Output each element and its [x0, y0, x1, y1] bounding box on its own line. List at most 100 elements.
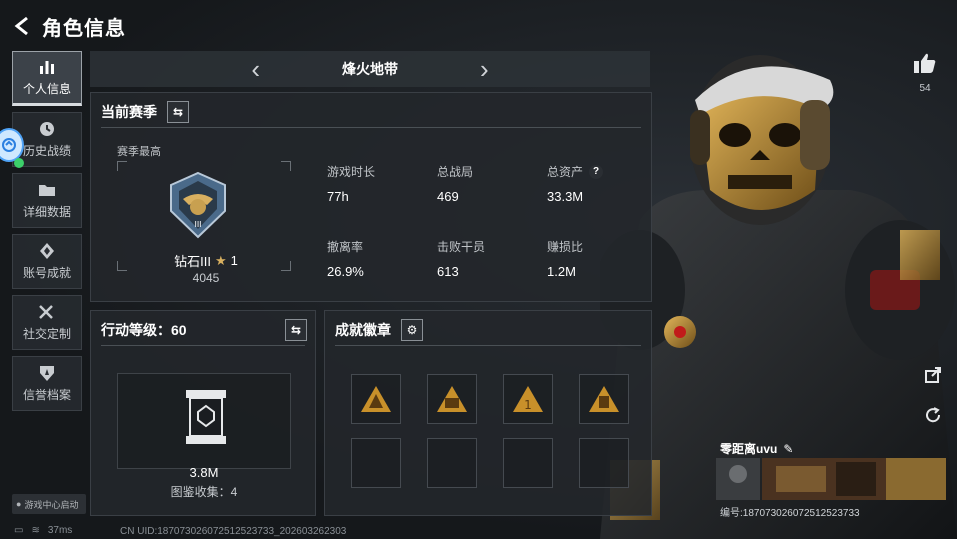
page-title: 角色信息 [42, 17, 126, 40]
rank-name: 钻石III [174, 254, 211, 269]
thumbs-up-icon [914, 53, 936, 73]
badge-1-icon [361, 386, 391, 412]
badge-3-icon: 1 [513, 386, 543, 412]
folder-icon [39, 185, 55, 196]
season-panel-title: 当前赛季 [101, 104, 157, 120]
uid-text: CN UID:1870730260725125237​33_2026032623… [120, 526, 347, 537]
sidebar-item-label: 详细数据 [22, 205, 71, 219]
battery-icon: ▭ [14, 525, 24, 536]
status-bar: ▭ ≋ 37ms [14, 525, 72, 536]
current-season-panel: 当前赛季 ⇆ 赛季最高 III 钻石III ★ 1 4045 游戏时长 77h … [90, 92, 652, 302]
action-level-panel: 行动等级：60 ⇆ 3.8M 图鉴收集：4 [90, 310, 316, 516]
prev-season-chevron-icon[interactable]: ‹ [251, 56, 260, 82]
wifi-icon: ≋ [31, 525, 40, 536]
player-name: 零距离uvu [720, 442, 778, 456]
refresh-icon[interactable] [922, 404, 944, 426]
badge-slot-5[interactable] [351, 438, 401, 488]
help-icon[interactable]: ? [589, 164, 604, 179]
badge-slot-4[interactable] [579, 374, 629, 424]
badge-4-icon [589, 386, 619, 412]
badge-slot-1[interactable] [351, 374, 401, 424]
season-name: 烽火地带 [342, 61, 398, 77]
stat-total-matches: 总战局 469 [437, 163, 537, 204]
svg-text:III: III [194, 220, 201, 229]
stat-value: 26.9% [327, 264, 364, 279]
badge-slot-6[interactable] [427, 438, 477, 488]
season-panel-header: 当前赛季 ⇆ [101, 101, 189, 123]
rank-stars: 1 [230, 253, 238, 268]
player-id: 编号:1870730260725125​23733 [720, 508, 860, 519]
back-arrow-icon[interactable] [12, 15, 34, 37]
badge-panel-header: 成就徽章 ⚙ [335, 319, 423, 341]
like-count: 54 [919, 83, 931, 94]
season-peak-label: 赛季最高 [117, 146, 161, 158]
swap-icon[interactable]: ⇆ [167, 101, 189, 123]
badge-slot-2[interactable] [427, 374, 477, 424]
stat-total-assets: 总资产 ? 33.3M [547, 163, 647, 204]
sidebar-item-personal-info[interactable]: 个人信息 [12, 51, 82, 106]
game-center-label: 游戏中心启动 [24, 499, 79, 510]
game-center-button[interactable]: ● 游戏中心启动 [12, 494, 86, 514]
badge-slot-3[interactable]: 1 [503, 374, 553, 424]
stat-label: 游戏时长 [327, 165, 376, 179]
badge-2-icon [437, 386, 467, 412]
svg-text:1: 1 [524, 398, 532, 412]
sidebar-item-achievements[interactable]: 账号成就 [12, 234, 82, 289]
rank-score: 4045 [192, 271, 220, 285]
collection-value: 3.8M [189, 465, 219, 480]
stat-value: 469 [437, 189, 459, 204]
stat-extraction-rate: 撤离率 26.9% [327, 238, 427, 279]
star-icon: ★ [214, 252, 227, 268]
sidebar-item-detail-data[interactable]: 详细数据 [12, 173, 82, 228]
stat-label: 总资产 [547, 165, 584, 179]
rank-emblem-icon[interactable]: III [163, 171, 233, 241]
stat-value: 77h [327, 189, 349, 204]
share-icon[interactable] [922, 364, 944, 386]
ping-value: 37ms [47, 525, 73, 536]
stat-label: 赚损比 [547, 240, 584, 254]
next-season-chevron-icon[interactable]: › [480, 56, 489, 82]
rank-name-row: 钻石III ★ 1 [151, 251, 261, 270]
stat-operators-defeated: 击败干员 613 [437, 238, 537, 279]
sidebar-item-label: 信誉档案 [22, 388, 71, 402]
stat-label: 总战局 [437, 165, 474, 179]
swap-icon[interactable]: ⇆ [285, 319, 307, 341]
sidebar-nav: 个人信息 历史战绩 详细数据 账号成就 社交定制 信誉档案 [12, 51, 82, 417]
diamond-badge-icon [40, 243, 54, 259]
bar-chart-icon [40, 61, 54, 74]
clock-icon [40, 122, 54, 136]
stat-label: 撤离率 [327, 240, 364, 254]
player-name-row: 零距离uvu ✎ [720, 440, 793, 457]
sidebar-item-label: 历史战绩 [22, 144, 71, 158]
divider [101, 127, 641, 128]
edit-pencil-icon[interactable]: ✎ [783, 442, 793, 456]
player-card-banner[interactable] [716, 458, 946, 500]
sidebar-item-label: 账号成就 [22, 266, 71, 280]
badge-slot-8[interactable] [579, 438, 629, 488]
shield-icon [40, 366, 54, 381]
stat-value: 33.3M [547, 189, 584, 204]
sidebar-item-social[interactable]: 社交定制 [12, 295, 82, 350]
stat-value: 1.2M [547, 264, 576, 279]
divider [335, 345, 641, 346]
collection-card[interactable] [117, 373, 291, 469]
level-panel-title: 行动等级：60 [101, 322, 187, 338]
stat-play-time: 游戏时长 77h [327, 163, 427, 204]
gear-icon[interactable]: ⚙ [401, 319, 423, 341]
stat-profit-loss: 赚损比 1.2M [547, 238, 647, 279]
achievement-badges-panel: 成就徽章 ⚙ 1 [324, 310, 652, 516]
like-button[interactable]: 54 [912, 52, 938, 94]
person-icon: ● [16, 499, 22, 509]
badge-slot-7[interactable] [503, 438, 553, 488]
page-header: 角色信息 [12, 8, 126, 44]
sidebar-item-label: 个人信息 [22, 82, 71, 96]
season-switcher: ‹ 烽火地带 › [90, 51, 650, 87]
level-panel-header: 行动等级：60 ⇆ [101, 319, 307, 341]
tools-icon [39, 305, 53, 319]
stat-value: 613 [437, 264, 459, 279]
stat-label: 击败干员 [437, 240, 486, 254]
sidebar-item-label: 社交定制 [22, 327, 71, 341]
sidebar-item-reputation[interactable]: 信誉档案 [12, 356, 82, 411]
divider [101, 345, 305, 346]
badge-panel-title: 成就徽章 [335, 322, 391, 338]
